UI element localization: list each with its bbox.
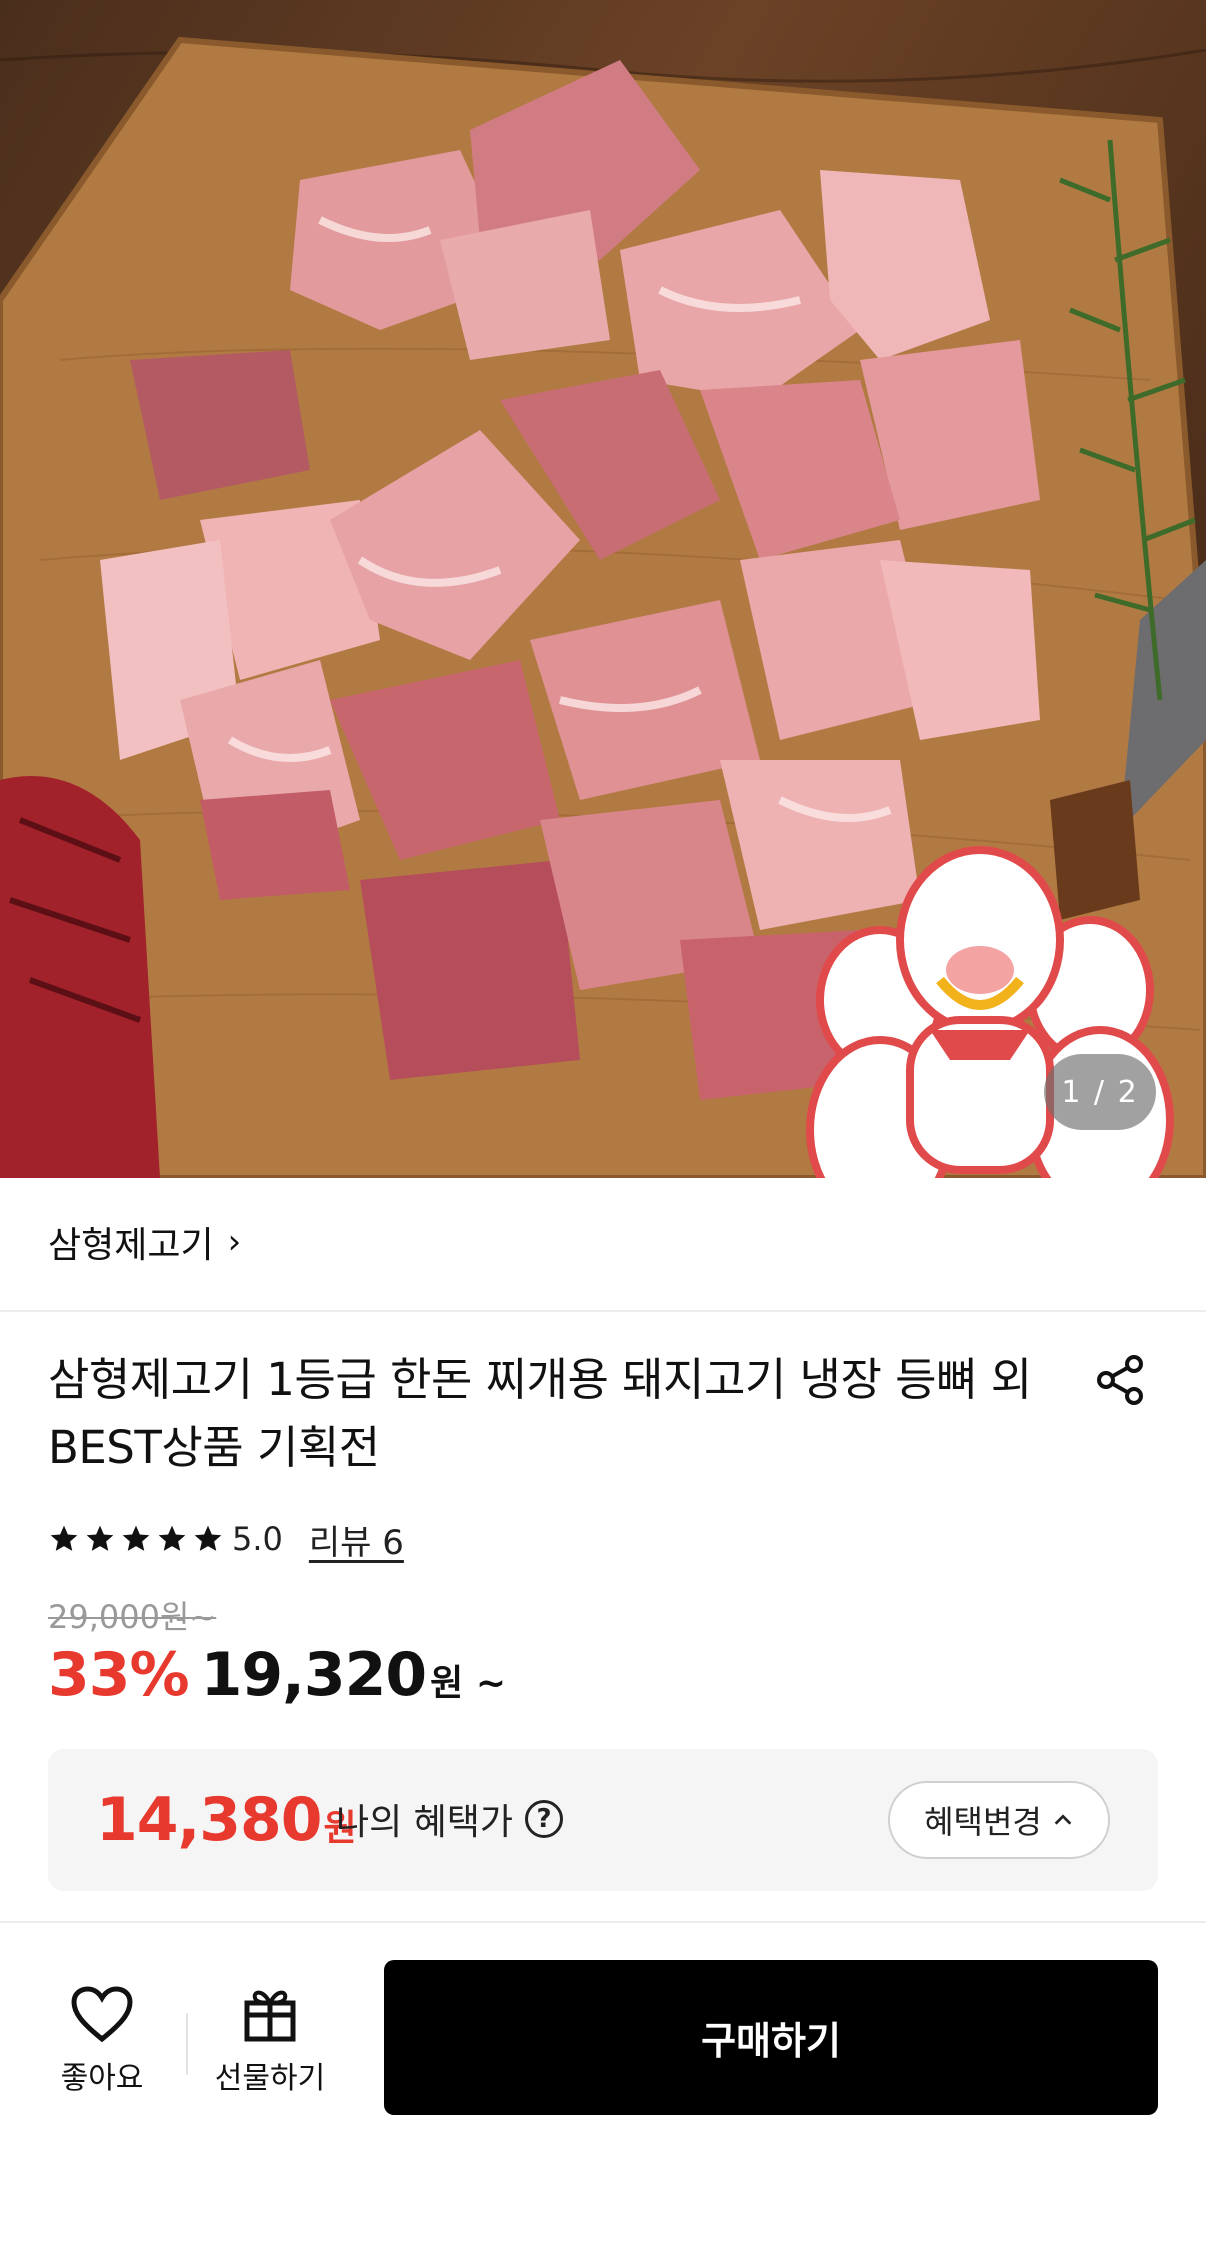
gift-icon: [244, 1990, 296, 2042]
change-benefit-label: 혜택변경: [924, 1803, 1042, 1841]
change-benefit-button[interactable]: 혜택변경: [888, 1781, 1110, 1859]
product-image[interactable]: 1 / 2: [0, 0, 1206, 1178]
product-photo: [0, 36, 1206, 1178]
heart-icon: [71, 1986, 133, 2043]
seller-name: 삼형제고기: [48, 1225, 214, 1266]
sale-price-row: 33% 19,320 원 ~: [48, 1640, 506, 1710]
divider: [186, 2013, 188, 2075]
chevron-right-icon: ›: [227, 1222, 242, 1262]
like-button[interactable]: 좋아요: [32, 1985, 172, 2125]
seller-link[interactable]: 삼형제고기 ›: [48, 1212, 241, 1272]
benefit-label: 나의 혜택가: [336, 1802, 514, 1843]
gift-button[interactable]: 선물하기: [200, 1985, 340, 2125]
benefit-label-group: 나의 혜택가 ?: [336, 1793, 564, 1845]
buy-button[interactable]: 구매하기: [384, 1960, 1158, 2115]
sale-price: 19,320: [200, 1640, 428, 1710]
bottom-action-bar: 좋아요 선물하기 구매하기: [0, 1923, 1206, 2255]
original-price-value: 29,000원: [48, 1598, 190, 1636]
rating-value: 5.0: [232, 1520, 283, 1558]
benefit-price: 14,380 원: [96, 1785, 357, 1855]
star-icon: [86, 1525, 114, 1551]
star-icon: [122, 1525, 150, 1551]
divider: [0, 1310, 1206, 1312]
share-button[interactable]: [1088, 1348, 1152, 1412]
help-icon[interactable]: ?: [525, 1800, 564, 1838]
rating-row: 5.0 리뷰 6: [48, 1514, 404, 1564]
original-price-suffix: ~: [189, 1598, 217, 1636]
share-icon: [1097, 1355, 1143, 1405]
discount-rate: 33%: [48, 1640, 190, 1710]
star-icon: [194, 1525, 222, 1551]
benefit-price-amount: 14,380: [96, 1785, 323, 1855]
image-page-indicator: 1 / 2: [1044, 1054, 1156, 1130]
original-price: 29,000원~: [48, 1592, 216, 1638]
star-icon: [158, 1525, 186, 1551]
sale-price-unit: 원 ~: [430, 1663, 506, 1704]
product-title: 삼형제고기 1등급 한돈 찌개용 돼지고기 냉장 등뼈 외 BEST상품 기획전: [48, 1353, 1032, 1474]
review-count-link[interactable]: 리뷰 6: [309, 1515, 404, 1564]
star-icon: [50, 1525, 78, 1551]
benefit-price-box: 14,380 원 나의 혜택가 ? 혜택변경: [48, 1749, 1158, 1891]
rating-stars: [48, 1523, 224, 1555]
gift-label: 선물하기: [214, 2061, 326, 2096]
chevron-up-icon: [1054, 1814, 1072, 1825]
like-label: 좋아요: [60, 2061, 144, 2096]
